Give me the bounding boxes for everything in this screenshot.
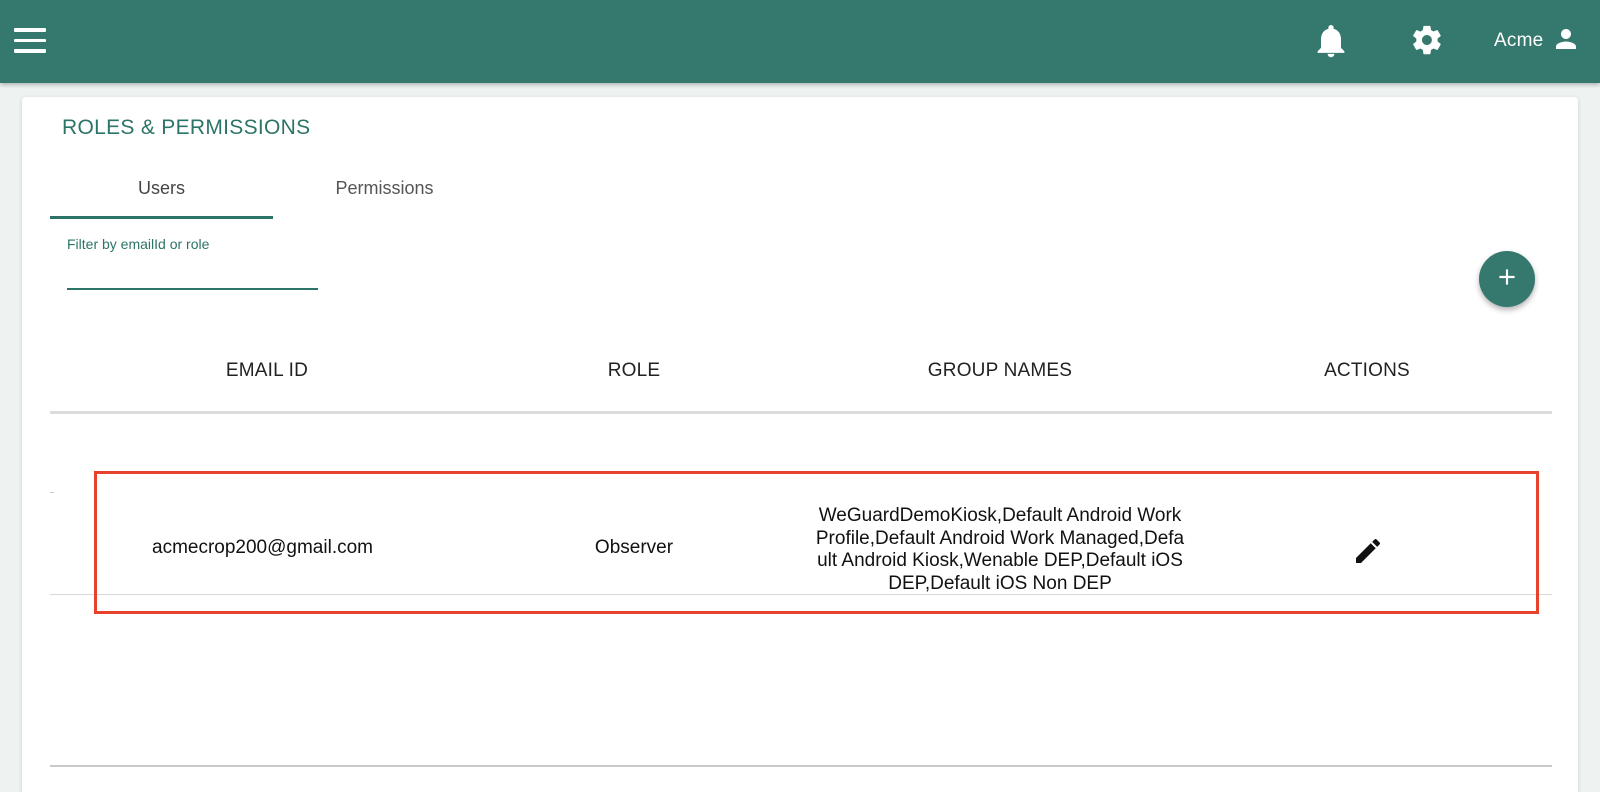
bell-icon[interactable]	[1316, 24, 1346, 58]
edit-user-button[interactable]	[1352, 535, 1384, 567]
top-app-bar: Acme	[0, 0, 1600, 83]
active-tab-indicator	[50, 216, 273, 219]
tab-users[interactable]: Users	[50, 156, 273, 220]
row-divider	[50, 492, 54, 493]
gear-icon[interactable]	[1410, 23, 1444, 57]
menu-icon[interactable]	[14, 28, 50, 56]
column-header-group-names: GROUP NAMES	[927, 360, 1073, 381]
filter-label: Filter by emailId or role	[67, 236, 210, 252]
row-email: acmecrop200@gmail.com	[152, 537, 373, 558]
column-header-role: ROLE	[607, 360, 661, 381]
tab-permissions[interactable]: Permissions	[273, 156, 496, 220]
filter-input[interactable]	[67, 258, 318, 290]
account-menu[interactable]: Acme	[1494, 24, 1581, 58]
pencil-icon	[1352, 538, 1384, 571]
row-divider	[50, 594, 1552, 595]
page-title: ROLES & PERMISSIONS	[62, 116, 311, 139]
row-role: Observer	[594, 537, 674, 558]
plus-icon	[1494, 264, 1520, 295]
header-divider	[50, 411, 1552, 414]
row-group-names: WeGuardDemoKiosk,Default Android Work Pr…	[815, 505, 1185, 594]
add-user-button[interactable]	[1479, 251, 1535, 307]
table-footer-divider	[50, 765, 1552, 767]
column-header-email: EMAIL ID	[225, 360, 309, 381]
column-header-actions: ACTIONS	[1324, 360, 1410, 381]
user-name: Acme	[1494, 30, 1544, 51]
user-icon	[1551, 24, 1581, 59]
